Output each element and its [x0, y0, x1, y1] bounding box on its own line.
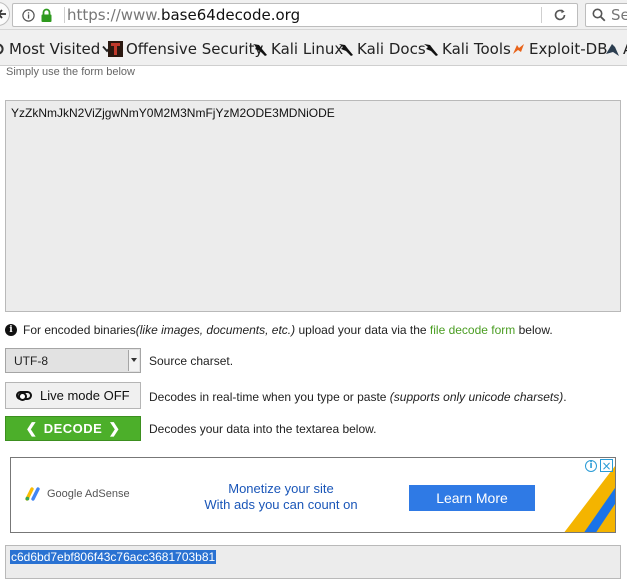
chevron-left-icon: ❮ [25, 420, 38, 436]
live-mode-desc-italic: (supports only unicode charsets) [389, 390, 564, 404]
ad-line-1: Monetize your site [228, 481, 334, 496]
file-decode-link[interactable]: file decode form [430, 323, 515, 337]
url-separator-right [541, 7, 542, 23]
ad-line-2: With ads you can count on [204, 497, 358, 512]
live-mode-desc-prefix: Decodes in real-time when you type or pa… [149, 390, 390, 404]
toggle-off-icon [16, 391, 32, 401]
live-mode-description: Decodes in real-time when you type or pa… [149, 390, 567, 404]
kali-dragon-icon [253, 44, 267, 56]
adsense-label: Google AdSense [47, 488, 130, 500]
adsense-brand: Google AdSense [25, 487, 130, 501]
bookmark-aircrack[interactable]: A [605, 39, 627, 59]
offsec-icon [108, 41, 123, 57]
bookmark-offensive-security[interactable]: Offensive Security [108, 39, 263, 59]
bookmark-kali-tools[interactable]: Kali Tools [423, 39, 511, 59]
url-separator [64, 7, 65, 23]
adsense-logo-icon [25, 487, 40, 501]
charset-label: Source charset. [149, 354, 234, 368]
info-icon[interactable] [22, 9, 35, 22]
charset-value: UTF-8 [14, 354, 48, 368]
exploit-db-icon [513, 43, 524, 54]
browser-toolbar: https://www.base64decode.org Sea [0, 0, 627, 30]
live-mode-label: Live mode OFF [40, 388, 130, 403]
close-icon[interactable]: × [600, 459, 613, 473]
bookmark-label: Kali Linux [271, 40, 344, 58]
bookmark-label: Exploit-DB [529, 40, 608, 58]
note-suffix: below. [515, 323, 553, 337]
decoded-output-value: c6d6bd7ebf806f43c76acc3681703b81 [10, 550, 217, 564]
decode-label: DECODE [43, 421, 103, 436]
lock-icon[interactable] [40, 8, 53, 23]
reload-icon[interactable] [553, 8, 567, 22]
bookmark-label: Kali Docs [357, 40, 426, 58]
bookmark-kali-linux[interactable]: Kali Linux [252, 39, 343, 59]
url-prefix: https://www. [67, 6, 161, 24]
back-button[interactable] [0, 2, 10, 26]
gear-icon [0, 43, 4, 55]
bookmark-most-visited[interactable]: Most Visited [0, 39, 112, 59]
bookmarks-toolbar: Most Visited Offensive Security Kali Lin… [0, 30, 627, 66]
note-prefix: For encoded binaries [23, 323, 136, 337]
chevron-right-icon: ❯ [108, 420, 121, 436]
info-icon: i [5, 324, 17, 336]
ad-copy[interactable]: Monetize your site With ads you can coun… [196, 481, 366, 513]
learn-more-button[interactable]: Learn More [409, 485, 535, 511]
search-icon [592, 8, 606, 22]
encoded-input-value: YzZkNmJkN2ViZjgwNmY0M2M3NmFjYzM2ODE3MDNi… [11, 106, 335, 120]
bookmark-label: Most Visited [9, 40, 101, 58]
bookmark-label: Kali Tools [442, 40, 511, 58]
intro-text: Simply use the form below [6, 66, 135, 78]
search-placeholder: Sea [611, 6, 627, 24]
bookmark-exploit-db[interactable]: Exploit-DB [511, 39, 608, 59]
bookmark-label: A [623, 40, 627, 58]
charset-select[interactable]: UTF-8 [5, 348, 141, 373]
note-middle: upload your data via the [295, 323, 430, 337]
url-text[interactable]: https://www.base64decode.org [67, 6, 300, 24]
binary-upload-note: i For encoded binaries (like images, doc… [5, 322, 553, 338]
search-field[interactable]: Sea [585, 3, 627, 27]
encoded-input-textarea[interactable]: YzZkNmJkN2ViZjgwNmY0M2M3NmFjYzM2ODE3MDNi… [5, 100, 621, 312]
url-field[interactable]: https://www.base64decode.org [12, 3, 578, 27]
decode-button[interactable]: ❮ DECODE ❯ [5, 416, 141, 441]
bookmark-kali-docs[interactable]: Kali Docs [338, 39, 426, 59]
live-mode-toggle[interactable]: Live mode OFF [5, 382, 141, 409]
bookmark-label: Offensive Security [126, 40, 264, 58]
advertisement[interactable]: Google AdSense Monetize your site With a… [10, 457, 616, 533]
dropdown-arrow-icon[interactable] [128, 350, 139, 371]
aircrack-icon [606, 43, 619, 56]
note-italic: (like images, documents, etc.) [135, 323, 296, 337]
live-mode-desc-suffix: . [563, 390, 567, 404]
decode-description: Decodes your data into the textarea belo… [149, 422, 377, 436]
back-arrow-icon [0, 9, 6, 19]
url-host: base64decode.org [160, 6, 301, 24]
ad-choices-icon[interactable]: i [585, 460, 597, 472]
kali-dragon-icon [339, 44, 353, 56]
kali-dragon-icon [424, 44, 438, 56]
